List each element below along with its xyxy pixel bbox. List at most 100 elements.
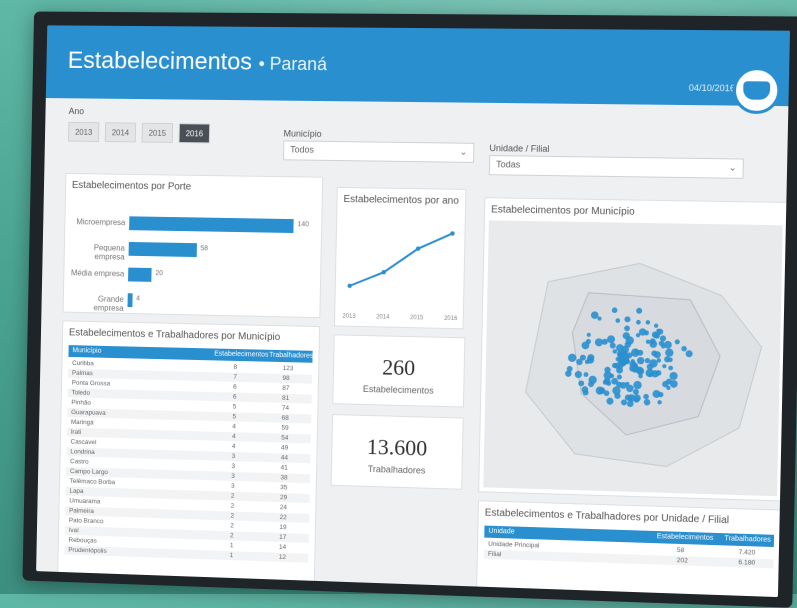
- municipio-cell: 35: [280, 484, 287, 491]
- year-button-2013[interactable]: 2013: [68, 122, 99, 142]
- municipio-cell: Ponta Grossa: [72, 380, 111, 388]
- municipio-cell: Guarapuava: [71, 409, 106, 417]
- municipio-cell: 19: [279, 524, 286, 531]
- porte-bar-chart: Microempresa 140 Pequena empresa 58 Média em…: [66, 174, 322, 178]
- unidade-table-title: Estabelecimentos e Trabalhadores por Uni…: [485, 507, 730, 526]
- year-filter: 2013 2014 2015 2016: [68, 122, 210, 144]
- municipio-cell: 29: [280, 494, 287, 501]
- porte-bar[interactable]: [128, 268, 152, 282]
- porte-bar-value: 20: [155, 270, 163, 277]
- column-header-unidade[interactable]: Unidade: [488, 528, 514, 536]
- year-button-2014[interactable]: 2014: [105, 122, 136, 142]
- municipio-cell: Telêmaco Borba: [70, 478, 116, 486]
- porte-bar-value: 4: [136, 295, 140, 302]
- porte-bar-label: Média empresa: [70, 268, 124, 278]
- municipio-cell: 4: [232, 433, 236, 440]
- municipio-cell: 2: [230, 512, 234, 519]
- porte-bar[interactable]: [129, 242, 197, 257]
- column-header-trabalhadores[interactable]: Trabalhadores: [269, 352, 313, 360]
- column-header-municipio[interactable]: Município: [72, 347, 101, 355]
- municipio-cell: 3: [231, 463, 235, 470]
- kpi-estabelecimentos-label: Estabelecimentos: [334, 383, 464, 396]
- monitor: Estabelecimentos • Paraná 04/10/2016 Ano…: [22, 12, 797, 608]
- municipio-cell: 6: [233, 394, 237, 401]
- porte-bar-row: Grande empresa 4: [64, 290, 318, 313]
- municipio-cell: 4: [232, 423, 236, 430]
- municipio-cell: 74: [282, 405, 289, 412]
- porte-bar-row: Média empresa 20: [64, 264, 318, 287]
- municipio-cell: 5: [232, 413, 236, 420]
- dashboard-screen: Estabelecimentos • Paraná 04/10/2016 Ano…: [36, 25, 790, 597]
- porte-bar-row: Microempresa 140: [65, 213, 319, 235]
- map-card: Estabelecimentos por Município: [478, 197, 788, 501]
- map-view[interactable]: [483, 220, 782, 496]
- porte-bar-label: Pequena empresa: [70, 243, 125, 262]
- column-header-estabelecimentos[interactable]: Estabelecimentos: [214, 350, 268, 358]
- municipio-cell: 2: [230, 522, 234, 529]
- porte-bar-value: 140: [297, 221, 309, 228]
- municipio-filter-label: Município: [284, 128, 322, 138]
- municipio-cell: Palmas: [72, 370, 93, 377]
- municipio-cell: 8: [233, 364, 237, 371]
- municipio-cell: 3: [231, 473, 235, 480]
- municipio-cell: 3: [231, 483, 235, 490]
- unidade-cell: Unidade Principal: [488, 541, 540, 550]
- porte-bar-row: Pequena empresa 58: [65, 239, 319, 261]
- municipio-cell: Umuarama: [69, 498, 100, 506]
- municipio-cell: Prudentópolis: [68, 547, 107, 555]
- municipio-cell: 22: [280, 514, 287, 521]
- municipio-cell: 1: [230, 552, 234, 559]
- municipio-cell: 2: [230, 532, 234, 539]
- municipio-cell: Maringá: [71, 419, 94, 427]
- porte-bar[interactable]: [129, 216, 294, 233]
- porte-bar[interactable]: [127, 293, 132, 307]
- chevron-down-icon: ⌄: [729, 162, 737, 173]
- municipio-cell: 3: [232, 453, 236, 460]
- municipio-cell: 44: [281, 454, 288, 461]
- trend-x-tick: 2013: [342, 314, 356, 320]
- municipio-cell: 6: [233, 384, 237, 391]
- municipio-cell: 2: [231, 493, 235, 500]
- unidade-cell: 6.180: [738, 559, 755, 567]
- column-header-trabalhadores[interactable]: Trabalhadores: [724, 535, 770, 544]
- map-title: Estabelecimentos por Município: [491, 204, 635, 217]
- unidade-select[interactable]: Todas ⌄: [489, 155, 744, 179]
- year-filter-label: Ano: [69, 106, 85, 116]
- municipio-cell: 87: [282, 385, 289, 392]
- trend-x-tick: 2014: [376, 314, 390, 320]
- municipio-cell: Curitiba: [72, 360, 94, 367]
- municipio-cell: 68: [282, 415, 289, 422]
- municipio-select[interactable]: Todos ⌄: [283, 140, 474, 163]
- unidade-cell: 7.420: [739, 549, 756, 557]
- municipio-table-card: Estabelecimentos e Trabalhadores por Mun…: [57, 320, 320, 592]
- municipio-cell: Cascavel: [70, 439, 96, 447]
- municipio-cell: 59: [281, 425, 288, 432]
- municipio-cell: Ivaí: [69, 527, 79, 534]
- municipio-cell: 4: [232, 443, 236, 450]
- municipio-cell: 24: [280, 504, 287, 511]
- municipio-cell: Campo Largo: [70, 468, 108, 476]
- chevron-down-icon: ⌄: [460, 147, 468, 158]
- porte-bar-label: Microempresa: [71, 217, 125, 227]
- municipio-cell: 54: [281, 435, 288, 442]
- municipio-cell: Pinhão: [71, 399, 91, 406]
- municipio-cell: 17: [279, 534, 286, 541]
- unidade-cell: 202: [677, 557, 688, 564]
- kpi-trabalhadores: 13.600 Trabalhadores: [331, 414, 464, 490]
- municipio-select-value: Todos: [290, 144, 314, 154]
- column-header-estabelecimentos[interactable]: Estabelecimentos: [657, 533, 714, 542]
- municipio-cell: 1: [230, 542, 234, 549]
- porte-bar-label: Grande empresa: [69, 294, 124, 313]
- trend-x-tick: 2016: [444, 316, 458, 322]
- update-date: 04/10/2016: [689, 83, 736, 94]
- unidade-select-value: Todas: [496, 159, 520, 169]
- year-button-2015[interactable]: 2015: [142, 123, 174, 143]
- municipio-cell: Lapa: [69, 488, 83, 495]
- year-button-2016[interactable]: 2016: [179, 123, 211, 143]
- trend-chart-card: Estabelecimentos por ano 2013 2014 2015 201…: [334, 187, 467, 329]
- porte-chart-title: Estabelecimentos por Porte: [72, 180, 191, 193]
- trend-line-chart: 2013 2014 2015 2016: [335, 188, 465, 328]
- header-bar: Estabelecimentos • Paraná 04/10/2016: [46, 25, 790, 106]
- kpi-estabelecimentos: 260 Estabelecimentos: [332, 334, 465, 407]
- kpi-trabalhadores-value: 13.600: [332, 433, 462, 463]
